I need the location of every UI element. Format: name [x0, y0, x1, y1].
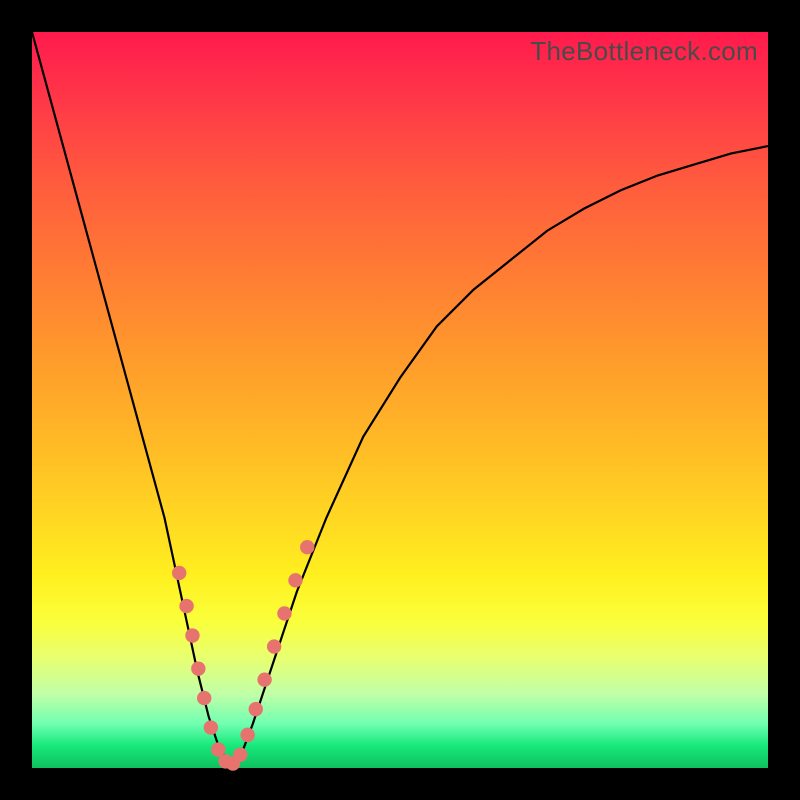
chart-frame: TheBottleneck.com	[0, 0, 800, 800]
marker-dot	[172, 566, 186, 580]
marker-dot	[267, 639, 281, 653]
marker-dot	[233, 748, 247, 762]
marker-dot	[277, 606, 291, 620]
chart-overlay-svg	[32, 32, 768, 768]
marker-dot	[288, 573, 302, 587]
marker-dot	[185, 628, 199, 642]
marker-dot	[240, 728, 254, 742]
plot-area: TheBottleneck.com	[32, 32, 768, 768]
marker-dot	[191, 661, 205, 675]
marker-dot	[249, 702, 263, 716]
marker-dot	[300, 540, 314, 554]
marker-dot	[204, 720, 218, 734]
marker-dot	[179, 599, 193, 613]
marker-dot	[257, 672, 271, 686]
marker-dot	[197, 691, 211, 705]
bottleneck-curve	[32, 32, 768, 764]
